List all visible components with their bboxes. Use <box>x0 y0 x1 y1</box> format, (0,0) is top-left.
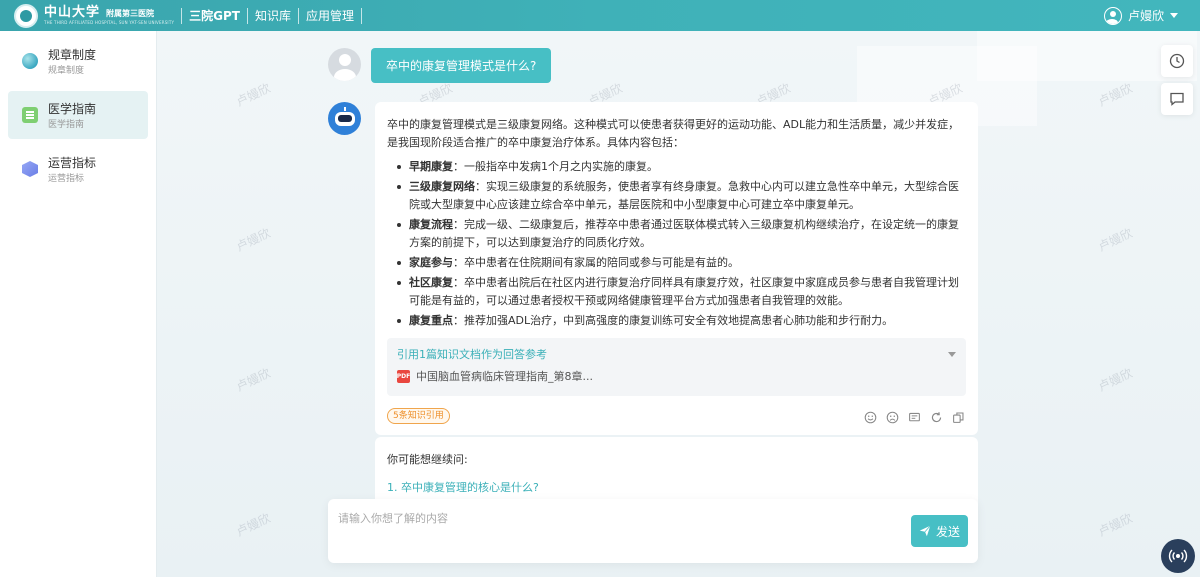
nav-divider <box>246 7 248 24</box>
send-label: 发送 <box>935 524 960 539</box>
user-avatar <box>328 48 361 81</box>
cube-icon <box>22 161 38 177</box>
point-title: 社区康复 <box>409 276 453 289</box>
point-text: ：一般指卒中发病1个月之内实施的康复。 <box>453 160 658 173</box>
user-avatar-icon <box>1103 6 1122 25</box>
clock-icon <box>1169 53 1185 69</box>
list-item: 康复流程：完成一级、二级康复后，推荐卒中患者通过医联体模式转入三级康复机构继续治… <box>397 216 966 252</box>
nav-gpt[interactable]: 三院GPT <box>189 7 240 24</box>
point-text: ：实现三级康复的系统服务，使患者享有终身康复。急救中心内可以建立急性卒中单元，大… <box>409 180 959 211</box>
sidebar-item-operations-metrics[interactable]: 运营指标 运营指标 <box>8 145 148 193</box>
reference-panel[interactable]: 引用1篇知识文档作为回答参考 PDF 中国脑血管病临床管理指南_第8章... <box>387 338 966 396</box>
sidebar-item-sublabel: 规章制度 <box>48 66 85 76</box>
globe-icon <box>22 53 38 69</box>
chat-input[interactable] <box>338 507 898 529</box>
dislike-icon[interactable] <box>886 411 900 425</box>
reference-file-link[interactable]: PDF 中国脑血管病临床管理指南_第8章... <box>397 368 956 384</box>
answer-card: 卒中的康复管理模式是三级康复网络。这种模式可以使患者获得更好的运动功能、ADL能… <box>375 102 978 435</box>
watermark: 卢嫚欣 <box>233 510 273 539</box>
point-title: 康复重点 <box>409 314 453 327</box>
logo-hospital-text: 附属第三医院 <box>106 9 155 18</box>
sidebar-item-sublabel: 运营指标 <box>48 174 85 184</box>
list-item: 康复重点：推荐加强ADL治疗，中到高强度的康复训练可安全有效地提高患者心肺功能和… <box>397 312 966 330</box>
send-icon <box>919 525 931 537</box>
feedback-icon[interactable] <box>908 411 922 425</box>
point-text: ：卒中患者出院后在社区内进行康复治疗同样具有康复疗效，社区康复中家庭成员参与患者… <box>409 276 959 307</box>
point-title: 早期康复 <box>409 160 453 173</box>
list-item: 早期康复：一般指卒中发病1个月之内实施的康复。 <box>397 158 966 176</box>
knowledge-citation-badge[interactable]: 5条知识引用 <box>387 408 450 424</box>
watermark: 卢嫚欣 <box>1095 365 1135 394</box>
sidebar: 规章制度 规章制度 医学指南 医学指南 运营指标 运营指标 <box>0 31 157 577</box>
robot-icon <box>334 106 355 126</box>
list-item: 社区康复：卒中患者出院后在社区内进行康复治疗同样具有康复疗效，社区康复中家庭成员… <box>397 274 966 310</box>
watermark: 卢嫚欣 <box>1095 80 1135 109</box>
regenerate-icon[interactable] <box>930 411 944 425</box>
chevron-down-icon[interactable] <box>948 352 956 357</box>
user-question-bubble: 卒中的康复管理模式是什么? <box>371 48 552 83</box>
send-button[interactable]: 发送 <box>911 515 968 547</box>
answer-intro: 卒中的康复管理模式是三级康复网络。这种模式可以使患者获得更好的运动功能、ADL能… <box>387 118 960 149</box>
answer-actions <box>864 411 966 425</box>
chat-bubble-icon <box>1170 92 1184 106</box>
logo-english-text: THE THIRD AFFILIATED HOSPITAL, SUN YAT-S… <box>44 20 175 25</box>
sidebar-item-regulations[interactable]: 规章制度 规章制度 <box>8 37 148 85</box>
chat-input-box: 发送 <box>328 499 978 563</box>
broadcast-icon <box>1168 549 1188 563</box>
point-text: ：推荐加强ADL治疗，中到高强度的康复训练可安全有效地提高患者心肺功能和步行耐力… <box>453 314 894 327</box>
list-item: 三级康复网络：实现三级康复的系统服务，使患者享有终身康复。急救中心内可以建立急性… <box>397 178 966 214</box>
pdf-icon: PDF <box>397 369 410 383</box>
watermark: 卢嫚欣 <box>1095 510 1135 539</box>
watermark: 卢嫚欣 <box>233 365 273 394</box>
sidebar-item-sublabel: 医学指南 <box>48 120 85 130</box>
bot-avatar <box>328 102 361 135</box>
chevron-down-icon <box>1170 13 1178 18</box>
sidebar-item-medical-guidelines[interactable]: 医学指南 医学指南 <box>8 91 148 139</box>
reference-title[interactable]: 引用1篇知识文档作为回答参考 <box>397 346 956 364</box>
point-title: 三级康复网络 <box>409 180 475 193</box>
top-navigation-bar: 中山大学 附属第三医院 THE THIRD AFFILIATED HOSPITA… <box>0 0 1200 31</box>
follow-up-question[interactable]: 1. 卒中康复管理的核心是什么? <box>387 479 966 495</box>
document-icon <box>22 107 38 123</box>
sidebar-item-label: 医学指南 <box>48 102 97 116</box>
follow-up-title: 你可能想继续问: <box>387 453 468 466</box>
nav-divider <box>360 7 362 24</box>
voice-assistant-button[interactable] <box>1161 539 1195 573</box>
logo-university-text: 中山大学 <box>44 5 101 20</box>
point-title: 家庭参与 <box>409 256 453 269</box>
like-icon[interactable] <box>864 411 878 425</box>
logo-emblem-icon <box>14 3 38 28</box>
sidebar-item-label: 规章制度 <box>48 48 97 62</box>
nav-divider <box>181 7 183 24</box>
user-name: 卢嫚欣 <box>1127 9 1164 23</box>
watermark: 卢嫚欣 <box>233 225 273 254</box>
list-item: 家庭参与：卒中患者在住院期间有家属的陪同或参与可能是有益的。 <box>397 254 966 272</box>
copy-icon[interactable] <box>952 411 966 425</box>
watermark: 卢嫚欣 <box>233 80 273 109</box>
nav-app-management[interactable]: 应用管理 <box>306 7 354 24</box>
nav-divider <box>297 7 299 24</box>
answer-list: 早期康复：一般指卒中发病1个月之内实施的康复。 三级康复网络：实现三级康复的系统… <box>387 158 966 330</box>
point-text: ：完成一级、二级康复后，推荐卒中患者通过医联体模式转入三级康复机构继续治疗，在设… <box>409 218 959 249</box>
user-menu[interactable]: 卢嫚欣 <box>1103 0 1178 31</box>
reference-file-name: 中国脑血管病临床管理指南_第8章... <box>416 370 593 383</box>
nav-knowledge-base[interactable]: 知识库 <box>255 7 291 24</box>
sidebar-item-label: 运营指标 <box>48 156 97 170</box>
new-chat-button[interactable] <box>1161 83 1193 115</box>
chat-main-area: 卢嫚欣 卢嫚欣 卢嫚欣 卢嫚欣 卢嫚欣 卢嫚欣 卢嫚欣 卢嫚欣 卢嫚欣 卢嫚欣 … <box>157 31 1200 577</box>
watermark: 卢嫚欣 <box>1095 225 1135 254</box>
point-title: 康复流程 <box>409 218 453 231</box>
hospital-logo[interactable]: 中山大学 附属第三医院 THE THIRD AFFILIATED HOSPITA… <box>0 0 174 31</box>
point-text: ：卒中患者在住院期间有家属的陪同或参与可能是有益的。 <box>453 256 739 269</box>
history-button[interactable] <box>1161 45 1193 77</box>
